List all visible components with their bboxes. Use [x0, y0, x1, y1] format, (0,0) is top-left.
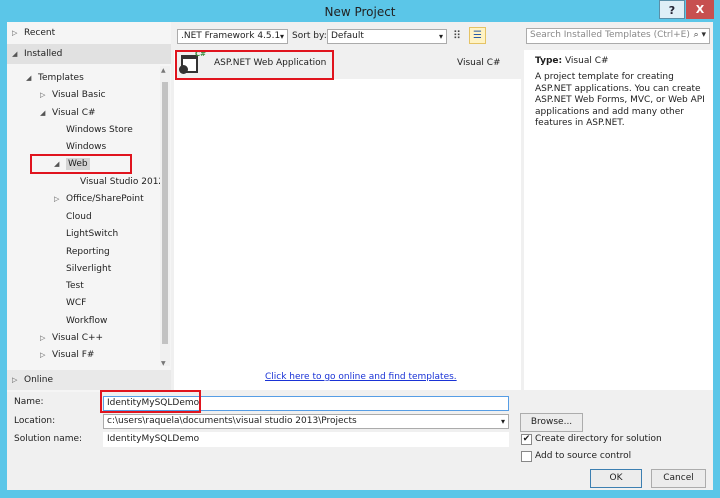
type-label: Type: — [535, 56, 563, 66]
search-input[interactable]: Search Installed Templates (Ctrl+E) ⌕ ▾ — [526, 28, 710, 44]
search-icon[interactable]: ⌕ ▾ — [694, 29, 706, 42]
template-list — [174, 50, 521, 390]
tree-item-label: Visual F# — [52, 350, 95, 360]
details-panel: Type: Visual C# A project template for c… — [524, 50, 713, 390]
sort-select[interactable]: Default — [327, 29, 447, 44]
name-label: Name: — [14, 397, 44, 407]
template-description: A project template for creating ASP.NET … — [535, 72, 705, 128]
template-highlight — [175, 50, 334, 80]
expand-arrow-icon[interactable]: ▷ — [40, 87, 52, 104]
create-directory-checkbox[interactable]: ✔ — [521, 434, 532, 445]
tree-item-label: Visual C++ — [52, 333, 104, 343]
tree-item-label: Office/SharePoint — [66, 194, 144, 204]
framework-select[interactable]: .NET Framework 4.5.1 — [177, 29, 288, 44]
tree-item-label: Reporting — [66, 247, 110, 257]
tree-item-label: Windows Store — [66, 125, 133, 135]
expand-arrow-icon[interactable]: ◢ — [26, 70, 38, 87]
name-highlight — [100, 390, 201, 413]
tree-item-workflow[interactable]: Workflow — [7, 313, 160, 330]
cancel-button[interactable]: Cancel — [651, 469, 706, 488]
tree-item-label: Test — [66, 281, 84, 291]
small-icons-view-icon[interactable]: ⠿ — [453, 29, 461, 42]
tree-item-windows-store[interactable]: Windows Store — [7, 122, 160, 139]
tree-item-silverlight[interactable]: Silverlight — [7, 261, 160, 278]
solution-name-input[interactable]: IdentityMySQLDemo — [103, 432, 509, 447]
expand-arrow-icon: ▷ — [12, 376, 18, 384]
expand-arrow-icon[interactable]: ▷ — [12, 25, 24, 42]
close-button[interactable]: X — [686, 0, 714, 19]
tree-item-test[interactable]: Test — [7, 278, 160, 295]
location-combobox[interactable]: c:\users\raquela\documents\visual studio… — [103, 414, 509, 429]
tree-item-visual-studio-2012[interactable]: Visual Studio 2012 — [7, 174, 164, 191]
tree-item-installed[interactable]: ◢ Installed — [7, 46, 160, 63]
tree-item-visual-basic[interactable]: ▷ Visual Basic — [7, 87, 160, 104]
tree-item-label: Workflow — [66, 316, 108, 326]
help-button[interactable]: ? — [659, 0, 685, 19]
location-label: Location: — [14, 416, 56, 426]
tree-item-label: Installed — [24, 49, 63, 59]
online-templates-link[interactable]: Click here to go online and find templat… — [265, 372, 457, 382]
ok-button[interactable]: OK — [590, 469, 642, 488]
search-placeholder: Search Installed Templates (Ctrl+E) — [530, 30, 690, 40]
solution-name-label: Solution name: — [14, 434, 83, 444]
type-value: Visual C# — [564, 56, 609, 66]
expand-arrow-icon[interactable]: ◢ — [40, 105, 52, 122]
tree-item-label: Cloud — [66, 212, 92, 222]
list-view-icon[interactable]: ☰ — [469, 27, 486, 44]
tree-item-label: Recent — [24, 28, 56, 38]
expand-arrow-icon[interactable]: ▷ — [54, 191, 66, 208]
expand-arrow-icon[interactable]: ▷ — [40, 347, 52, 364]
tree-item-label: Templates — [38, 73, 84, 83]
tree-item-label: Visual C# — [52, 108, 96, 118]
browse-button[interactable]: Browse... — [520, 413, 583, 432]
scroll-down-icon[interactable]: ▼ — [161, 360, 166, 367]
tree-item-visual-c-[interactable]: ▷ Visual C++ — [7, 330, 160, 347]
tree-item-label: Silverlight — [66, 264, 112, 274]
web-highlight — [30, 154, 132, 174]
online-node[interactable]: ▷ Online — [7, 370, 171, 390]
create-directory-label[interactable]: Create directory for solution — [535, 432, 662, 447]
tree-item-office-sharepoint[interactable]: ▷ Office/SharePoint — [7, 191, 160, 208]
sort-label: Sort by: — [292, 31, 327, 41]
online-label: Online — [24, 375, 54, 385]
tree-item-recent[interactable]: ▷ Recent — [7, 25, 160, 42]
tree-item-visual-f-[interactable]: ▷ Visual F# — [7, 347, 160, 364]
tree-item-visual-c-[interactable]: ◢ Visual C# — [7, 105, 160, 122]
tree-item-wcf[interactable]: WCF — [7, 295, 160, 312]
tree-scroll-thumb[interactable] — [162, 82, 168, 344]
tree-item-cloud[interactable]: Cloud — [7, 209, 160, 226]
tree-item-label: Visual Studio 2012 — [80, 177, 165, 187]
window-title: New Project — [324, 5, 396, 19]
tree-item-label: Windows — [66, 142, 107, 152]
source-control-checkbox[interactable] — [521, 451, 532, 462]
tree-item-label: Visual Basic — [52, 90, 106, 100]
tree-item-templates[interactable]: ◢ Templates — [7, 70, 160, 87]
expand-arrow-icon[interactable]: ◢ — [12, 46, 24, 63]
source-control-label[interactable]: Add to source control — [535, 449, 631, 464]
tree-item-label: WCF — [66, 298, 87, 308]
template-language: Visual C# — [457, 58, 501, 68]
expand-arrow-icon[interactable]: ▷ — [40, 330, 52, 347]
tree-item-reporting[interactable]: Reporting — [7, 244, 160, 261]
tree-item-label: LightSwitch — [66, 229, 119, 239]
tree-item-lightswitch[interactable]: LightSwitch — [7, 226, 160, 243]
scroll-up-icon[interactable]: ▲ — [161, 67, 166, 74]
